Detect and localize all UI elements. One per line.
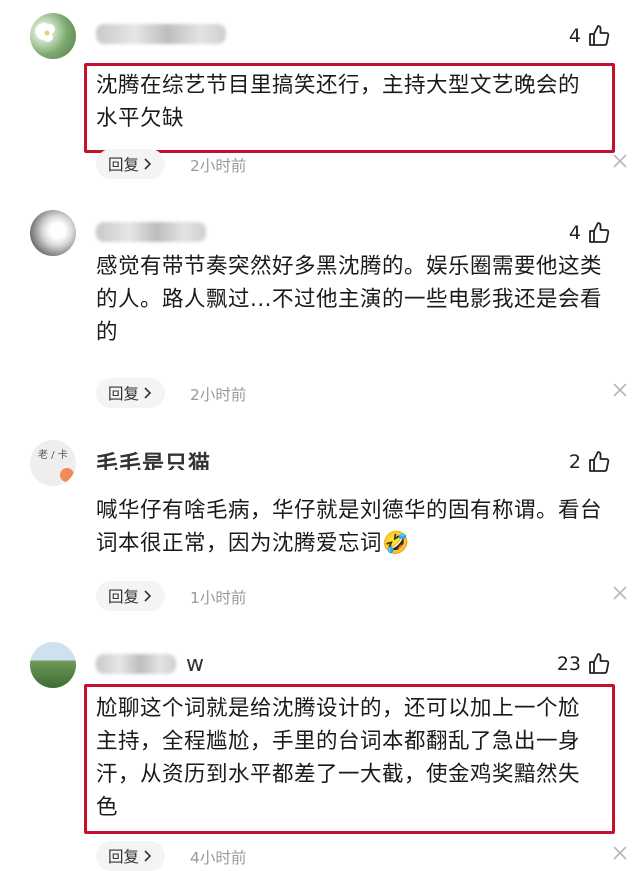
thumbs-up-icon xyxy=(589,451,610,472)
reply-button[interactable]: 回复 xyxy=(96,149,166,179)
like-count: 4 xyxy=(568,222,581,244)
comment-text: 喊华仔有啥毛病，华仔就是刘德华的固有称谓。看台词本很正常，因为沈腾爱忘词🤣 xyxy=(96,494,616,560)
like-button[interactable]: 2 xyxy=(569,450,611,474)
username-blurred[interactable] xyxy=(96,24,226,44)
comment-text-content: 喊华仔有啥毛病，华仔就是刘德华的固有称谓。看台词本很正常，因为沈腾爱忘词 xyxy=(96,498,603,556)
avatar[interactable] xyxy=(30,642,76,688)
reply-label: 回复 xyxy=(108,156,140,174)
close-icon[interactable] xyxy=(610,151,630,171)
username: 毛毛是只猫 xyxy=(96,452,212,470)
like-count: 4 xyxy=(568,25,581,47)
avatar[interactable]: 老 / 卡 xyxy=(30,440,76,486)
avatar-badge xyxy=(60,468,74,482)
chevron-right-icon xyxy=(144,387,152,399)
flower-icon xyxy=(39,24,55,42)
avatar-label: 老 / 卡 xyxy=(38,450,68,461)
reply-button[interactable]: 回复 xyxy=(96,841,166,871)
reply-button[interactable]: 回复 xyxy=(96,378,166,408)
like-button[interactable]: 23 xyxy=(557,652,611,676)
thumbs-up-icon xyxy=(589,222,610,243)
like-count: 23 xyxy=(556,653,581,675)
reply-button[interactable]: 回复 xyxy=(96,581,166,611)
comment-item: 4 沈腾在综艺节目里搞笑还行，主持大型文艺晚会的水平欠缺 回复 2小时前 xyxy=(0,0,641,190)
comment-footer: 回复 2小时前 xyxy=(96,149,627,179)
comment-item: w 23 尬聊这个词就是给沈腾设计的，还可以加上一个尬主持，全程尴尬，手里的台词… xyxy=(0,630,641,871)
like-button[interactable]: 4 xyxy=(569,221,611,245)
avatar[interactable] xyxy=(30,210,76,256)
chevron-right-icon xyxy=(144,590,152,602)
thumbs-up-icon xyxy=(589,25,610,46)
comment-text: 沈腾在综艺节目里搞笑还行，主持大型文艺晚会的水平欠缺 xyxy=(96,73,581,131)
username-blurred[interactable] xyxy=(96,222,206,242)
comment-footer: 回复 2小时前 xyxy=(96,378,627,408)
reply-label: 回复 xyxy=(108,385,140,403)
comment-item: 4 感觉有带节奏突然好多黑沈腾的。娱乐圈需要他这类的人。路人飘过...不过他主演… xyxy=(0,190,641,420)
timestamp: 1小时前 xyxy=(190,589,247,607)
comment-text: 感觉有带节奏突然好多黑沈腾的。娱乐圈需要他这类的人。路人飘过...不过他主演的一… xyxy=(96,254,603,345)
close-icon[interactable] xyxy=(610,380,630,400)
timestamp: 4小时前 xyxy=(190,849,247,867)
laughing-emoji: 🤣 xyxy=(382,531,410,556)
close-icon[interactable] xyxy=(610,583,630,603)
reply-label: 回复 xyxy=(108,588,140,606)
comment-footer: 回复 1小时前 xyxy=(96,581,627,611)
username[interactable]: w xyxy=(186,652,205,677)
reply-label: 回复 xyxy=(108,848,140,866)
thumbs-up-icon xyxy=(589,653,610,674)
chevron-right-icon xyxy=(144,850,152,862)
comment-footer: 回复 4小时前 xyxy=(96,841,627,871)
like-count: 2 xyxy=(568,451,581,473)
close-icon[interactable] xyxy=(610,843,630,863)
timestamp: 2小时前 xyxy=(190,157,247,175)
comment-item: 老 / 卡 毛毛是只猫 2 喊华仔有啥毛病，华仔就是刘德华的固有称谓。看台词本很… xyxy=(0,420,641,630)
like-button[interactable]: 4 xyxy=(569,24,611,48)
chevron-right-icon xyxy=(144,158,152,170)
username-label[interactable]: 毛毛是只猫 xyxy=(96,446,211,470)
timestamp: 2小时前 xyxy=(190,386,247,404)
avatar[interactable] xyxy=(30,13,76,59)
username-blurred[interactable] xyxy=(96,654,176,674)
comment-text: 尬聊这个词就是给沈腾设计的，还可以加上一个尬主持，全程尴尬，手里的台词本都翻乱了… xyxy=(96,696,581,820)
